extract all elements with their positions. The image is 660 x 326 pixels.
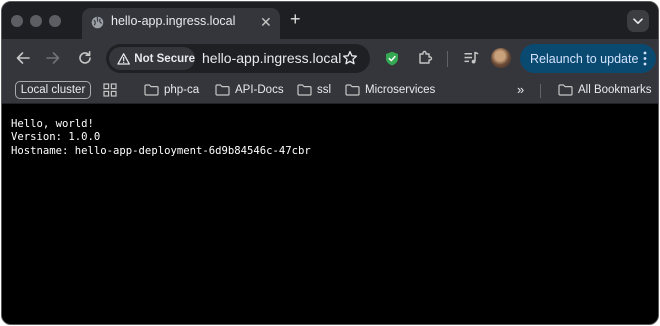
chevron-down-icon — [633, 17, 643, 24]
bookmark-folder-php-ca[interactable]: php-ca — [144, 82, 199, 98]
tab-search-button[interactable] — [627, 10, 649, 32]
back-arrow-icon[interactable] — [14, 49, 32, 67]
new-tab-button[interactable]: + — [290, 10, 301, 28]
forward-arrow-icon[interactable] — [44, 49, 62, 67]
profile-avatar[interactable] — [491, 48, 511, 68]
security-chip[interactable]: Not Secure — [109, 47, 195, 70]
shield-extension-icon[interactable] — [385, 51, 399, 66]
extensions-puzzle-icon[interactable] — [417, 50, 433, 66]
bookmark-folder-api-docs[interactable]: API-Docs — [215, 82, 284, 98]
bookmark-star-icon[interactable] — [342, 50, 358, 66]
bookmark-folder-label: php-ca — [164, 84, 200, 96]
tab-strip: hello-app.ingress.local ✕ + — [2, 2, 658, 39]
bookmarks-divider — [540, 84, 541, 98]
folder-icon — [215, 84, 230, 96]
reload-icon[interactable] — [76, 49, 94, 67]
close-window-button[interactable] — [11, 15, 23, 27]
minimize-window-button[interactable] — [30, 15, 42, 27]
tab-hello-app[interactable]: hello-app.ingress.local ✕ — [82, 8, 280, 39]
page-line-greeting: Hello, world! — [11, 118, 94, 130]
bookmark-folder-microservices[interactable]: Microservices — [345, 82, 435, 98]
more-menu-icon[interactable] — [643, 51, 647, 66]
folder-icon — [345, 84, 360, 96]
toolbar-divider — [447, 51, 448, 67]
folder-icon — [558, 84, 573, 96]
bookmark-local-cluster-label: Local cluster — [20, 84, 86, 96]
url-text[interactable]: hello-app.ingress.local — [202, 50, 341, 66]
apps-grid-icon[interactable] — [103, 83, 117, 97]
bookmark-local-cluster[interactable]: Local cluster — [15, 81, 91, 99]
page-line-hostname: Hostname: hello-app-deployment-6d9b84546… — [11, 144, 311, 157]
bookmark-folder-label: ssl — [317, 84, 332, 96]
media-controls-icon[interactable] — [463, 50, 479, 66]
bookmark-folder-label: Microservices — [365, 84, 436, 96]
folder-icon — [297, 84, 312, 96]
globe-icon — [91, 16, 104, 29]
all-bookmarks-button[interactable]: All Bookmarks — [558, 82, 652, 98]
relaunch-label: Relaunch to update — [530, 51, 639, 66]
security-label: Not Secure — [134, 52, 195, 65]
all-bookmarks-label: All Bookmarks — [578, 84, 652, 96]
tab-close-icon[interactable]: ✕ — [260, 15, 272, 29]
warning-triangle-icon — [117, 52, 130, 65]
bookmarks-overflow-button[interactable]: » — [517, 82, 524, 97]
toolbar: Not Secure hello-app.ingress.local Relau… — [2, 39, 658, 77]
relaunch-to-update-button[interactable]: Relaunch to update — [520, 44, 656, 73]
bookmarks-bar: Local cluster php-ca API-Docs ssl Micros… — [2, 77, 658, 104]
bookmark-folder-ssl[interactable]: ssl — [297, 82, 331, 98]
browser-window: hello-app.ingress.local ✕ + Not Secure h… — [1, 1, 659, 325]
address-bar[interactable]: Not Secure hello-app.ingress.local — [106, 44, 370, 73]
tab-title: hello-app.ingress.local — [111, 14, 236, 28]
page-line-version: Version: 1.0.0 — [11, 131, 101, 144]
folder-icon — [144, 84, 159, 96]
zoom-window-button[interactable] — [49, 15, 61, 27]
bookmark-folder-label: API-Docs — [235, 84, 284, 96]
page-content: Hello, world! Version: 1.0.0 Hostname: h… — [2, 105, 658, 324]
